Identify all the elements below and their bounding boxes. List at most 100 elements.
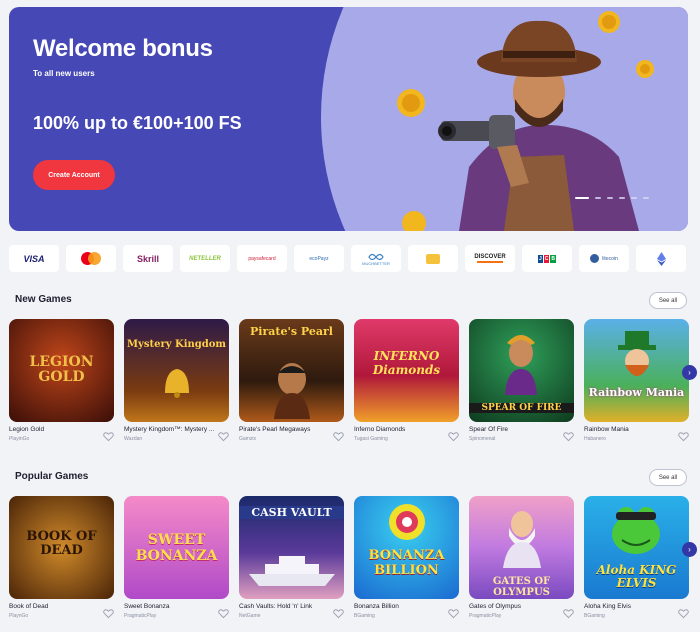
game-thumbnail[interactable]: BOOK OF DEAD — [9, 496, 114, 599]
leprechaun-icon — [618, 331, 656, 376]
game-name[interactable]: Legion Gold — [9, 426, 101, 433]
carousel-dot[interactable] — [643, 197, 649, 199]
favorite-icon[interactable] — [333, 431, 344, 442]
favorite-icon[interactable] — [448, 431, 459, 442]
game-name[interactable]: Mystery Kingdom™: Mystery ... — [124, 426, 216, 433]
visa-logo: VISA — [9, 245, 59, 272]
game-name[interactable]: Bonanza Billion — [354, 603, 446, 610]
frog-icon — [612, 507, 660, 554]
game-provider: Habanero — [584, 436, 606, 442]
game-provider: BGaming — [354, 613, 375, 619]
game-thumbnail[interactable]: Mystery Kingdom — [124, 319, 229, 422]
game-art-title: Aloha KING ELVIS — [596, 563, 677, 590]
ship-icon — [249, 556, 335, 586]
new-games-title: New Games — [15, 294, 72, 305]
carousel-dot[interactable] — [595, 197, 601, 199]
game-card[interactable]: BONANZA BILLION Bonanza Billion BGaming — [354, 496, 459, 619]
payment-methods: VISA Skrill NETELLER paysafecard ecoPayz… — [9, 245, 691, 272]
popular-games-title: Popular Games — [15, 471, 89, 482]
new-games-next-button[interactable]: › — [682, 365, 697, 380]
game-art-title: BOOK OF DEAD — [26, 529, 97, 558]
skrill-logo: Skrill — [123, 245, 173, 272]
game-provider: Gamzix — [239, 436, 256, 442]
game-card[interactable]: Pirate's Pearl Pirate's Pearl Megaways G… — [239, 319, 344, 442]
zeus-icon — [503, 511, 541, 568]
game-name[interactable]: Pirate's Pearl Megaways — [239, 426, 331, 433]
game-name[interactable]: Inferno Diamonds — [354, 426, 446, 433]
game-thumbnail[interactable]: Aloha KING ELVIS — [584, 496, 689, 599]
favorite-icon[interactable] — [448, 608, 459, 619]
favorite-icon[interactable] — [678, 431, 689, 442]
favorite-icon[interactable] — [563, 608, 574, 619]
carousel-dot[interactable] — [631, 197, 637, 199]
game-card[interactable]: LEGION GOLD Legion Gold PlayinGo — [9, 319, 114, 442]
popular-games-next-button[interactable]: › — [682, 542, 697, 557]
favorite-icon[interactable] — [333, 608, 344, 619]
game-name[interactable]: Book of Dead — [9, 603, 101, 610]
game-provider: Wazdan — [124, 436, 143, 442]
favorite-icon[interactable] — [563, 431, 574, 442]
discover-logo: DISCOVER — [465, 245, 515, 272]
game-thumbnail[interactable]: BONANZA BILLION — [354, 496, 459, 599]
game-card[interactable]: GATES OF OLYMPUS Gates of Olympus Pragma… — [469, 496, 574, 619]
game-art-title: Mystery Kingdom — [126, 339, 227, 350]
game-art-title: INFERNO Diamonds — [372, 349, 441, 377]
popular-games-see-all-button[interactable]: See all — [649, 469, 687, 486]
game-art-title: LEGION GOLD — [29, 354, 94, 385]
carousel-dot[interactable] — [607, 197, 613, 199]
favorite-icon[interactable] — [103, 431, 114, 442]
game-art-title: SWEET BONANZA — [135, 532, 218, 564]
game-thumbnail[interactable]: CASH VAULT — [239, 496, 344, 599]
game-card[interactable]: BOOK OF DEAD Book of Dead PlaynGo — [9, 496, 114, 619]
game-name[interactable]: Sweet Bonanza — [124, 603, 216, 610]
new-games-row: LEGION GOLD Legion Gold PlayinGo Mystery… — [9, 319, 691, 442]
game-name[interactable]: Rainbow Mania — [584, 426, 676, 433]
mastercard-logo — [66, 245, 116, 272]
game-card[interactable]: Rainbow Mania Rainbow Mania Habanero — [584, 319, 689, 442]
game-art-title: Rainbow Mania — [588, 386, 685, 399]
candy-icon — [389, 504, 425, 540]
game-thumbnail[interactable]: Rainbow Mania — [584, 319, 689, 422]
game-thumbnail[interactable]: INFERNO Diamonds — [354, 319, 459, 422]
game-card[interactable]: Aloha KING ELVIS Aloha King Elvis BGamin… — [584, 496, 689, 619]
game-name[interactable]: Gates of Olympus — [469, 603, 561, 610]
bell-icon — [165, 369, 189, 398]
game-thumbnail[interactable]: Pirate's Pearl — [239, 319, 344, 422]
game-thumbnail[interactable]: SPEAR OF FIRE — [469, 319, 574, 422]
favorite-icon[interactable] — [218, 608, 229, 619]
game-card[interactable]: CASH VAULT Cash Vaults: Hold 'n' Link Ne… — [239, 496, 344, 619]
game-thumbnail[interactable]: GATES OF OLYMPUS — [469, 496, 574, 599]
create-account-button[interactable]: Create Account — [33, 160, 115, 190]
game-name[interactable]: Spear Of Fire — [469, 426, 561, 433]
ecopayz-logo: ecoPayz — [294, 245, 344, 272]
game-name[interactable]: Aloha King Elvis — [584, 603, 676, 610]
litecoin-label: litecoin — [602, 255, 618, 262]
game-provider: PlayinGo — [9, 436, 30, 442]
new-games-see-all-button[interactable]: See all — [649, 292, 687, 309]
carousel-dots — [575, 197, 649, 199]
carousel-dot[interactable] — [619, 197, 625, 199]
game-name[interactable]: Cash Vaults: Hold 'n' Link — [239, 603, 331, 610]
game-thumbnail[interactable]: LEGION GOLD — [9, 319, 114, 422]
game-provider: PragmaticPlay — [469, 613, 502, 619]
favorite-icon[interactable] — [103, 608, 114, 619]
favorite-icon[interactable] — [218, 431, 229, 442]
carousel-dot[interactable] — [575, 197, 589, 199]
game-art-title: Pirate's Pearl — [250, 325, 333, 338]
hero-offer: 100% up to €100+100 FS — [33, 113, 242, 133]
game-provider: Spinomenal — [469, 436, 496, 442]
game-provider: Tugasi Gaming — [354, 436, 388, 442]
game-card[interactable]: SWEET BONANZA Sweet Bonanza PragmaticPla… — [124, 496, 229, 619]
game-card[interactable]: INFERNO Diamonds Inferno Diamonds Tugasi… — [354, 319, 459, 442]
paysafecard-logo: paysafecard — [237, 245, 287, 272]
game-card[interactable]: SPEAR OF FIRE Spear Of Fire Spinomenal — [469, 319, 574, 442]
favorite-icon[interactable] — [678, 608, 689, 619]
game-provider: PlaynGo — [9, 613, 29, 619]
litecoin-logo: litecoin — [579, 245, 629, 272]
game-provider: PragmaticPlay — [124, 613, 157, 619]
game-art-title: SPEAR OF FIRE — [469, 403, 574, 413]
jcb-logo: J C B — [522, 245, 572, 272]
game-thumbnail[interactable]: SWEET BONANZA — [124, 496, 229, 599]
hero-banner[interactable]: Welcome bonus To all new users 100% up t… — [9, 7, 688, 231]
game-card[interactable]: Mystery Kingdom Mystery Kingdom™: Myster… — [124, 319, 229, 442]
